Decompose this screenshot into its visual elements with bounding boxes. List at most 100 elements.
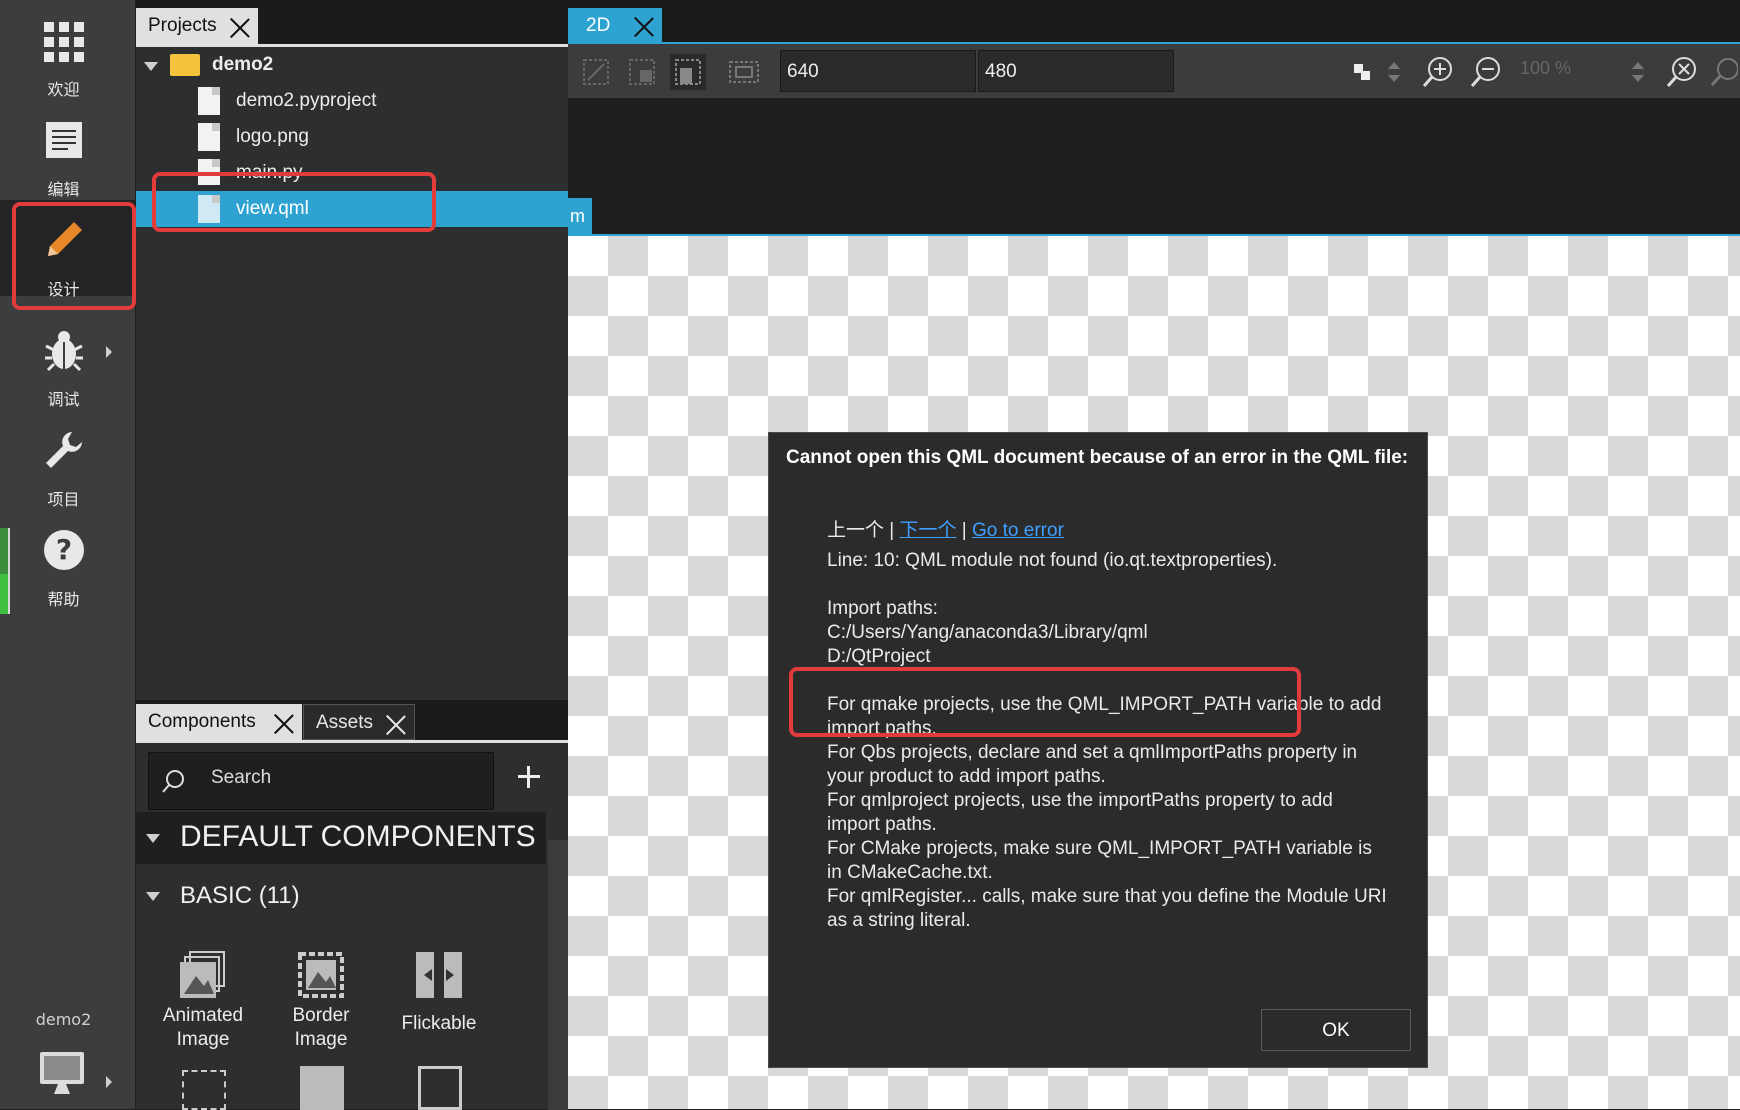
mode-label: 帮助 bbox=[47, 590, 80, 609]
component-label: Border bbox=[292, 1005, 350, 1026]
zoom-out-icon bbox=[1470, 57, 1500, 87]
tab-2d[interactable]: 2D bbox=[568, 8, 662, 44]
kit-selector[interactable] bbox=[38, 1050, 88, 1098]
close-icon[interactable] bbox=[274, 713, 294, 733]
components-tabbar: Components Assets bbox=[136, 700, 568, 740]
tree-item-root[interactable]: demo2 bbox=[136, 47, 568, 83]
mode-help[interactable]: ? 帮助 bbox=[0, 510, 135, 609]
bounding-box-button[interactable] bbox=[726, 54, 762, 90]
root-item-tag[interactable]: m bbox=[568, 198, 592, 234]
tab-projects-label: Projects bbox=[148, 15, 217, 36]
mode-debug[interactable]: 调试 bbox=[0, 310, 135, 409]
component-border-image[interactable]: Border Image bbox=[266, 950, 376, 1052]
state-spinner[interactable] bbox=[1384, 54, 1404, 90]
item-icon[interactable] bbox=[182, 1070, 226, 1110]
folder-icon bbox=[170, 54, 200, 76]
dialog-title: Cannot open this QML document because of… bbox=[786, 447, 1409, 468]
add-module-button[interactable] bbox=[514, 762, 544, 792]
anchor-icon bbox=[629, 59, 655, 85]
monitor-icon bbox=[40, 1052, 84, 1094]
tree-item-label: demo2.pyproject bbox=[236, 90, 377, 111]
file-icon bbox=[198, 87, 220, 115]
hint-register: For qmlRegister... calls, make sure that… bbox=[827, 886, 1387, 931]
close-icon[interactable] bbox=[386, 714, 406, 734]
components-scrollbar[interactable] bbox=[548, 840, 568, 1110]
import-path: C:/Users/Yang/anaconda3/Library/qml bbox=[827, 622, 1148, 643]
mode-edit[interactable]: 编辑 bbox=[0, 100, 135, 199]
zoom-selection-button[interactable] bbox=[1708, 54, 1739, 90]
nav-prev-link[interactable]: 上一个 bbox=[827, 520, 884, 541]
collapse-arrow-icon bbox=[146, 892, 160, 901]
height-field[interactable]: 480 bbox=[978, 50, 1174, 92]
zoom-in-icon bbox=[1422, 57, 1452, 87]
tab-label: Assets bbox=[316, 712, 374, 733]
component-animated-image[interactable]: Animated Image bbox=[148, 950, 258, 1052]
width-field[interactable]: 640 bbox=[780, 50, 976, 92]
mode-label: 编辑 bbox=[47, 180, 80, 199]
updown-icon bbox=[1388, 62, 1400, 82]
search-icon bbox=[162, 770, 184, 793]
tab-projects[interactable]: Projects bbox=[136, 8, 258, 44]
align-icon bbox=[583, 59, 609, 85]
tab-components[interactable]: Components bbox=[136, 704, 302, 740]
submenu-arrow-icon bbox=[106, 346, 112, 358]
highlight-qmake-hint bbox=[789, 667, 1301, 737]
projects-tabbar: Projects bbox=[136, 0, 568, 44]
tree-item-file[interactable]: logo.png bbox=[136, 119, 568, 155]
ok-button[interactable]: OK bbox=[1261, 1009, 1411, 1051]
zoom-fit-button[interactable] bbox=[1664, 54, 1700, 90]
highlight-selected-file bbox=[152, 172, 436, 232]
mode-label: 项目 bbox=[47, 490, 80, 509]
reset-icon bbox=[1354, 64, 1370, 80]
image-icon[interactable] bbox=[300, 1066, 344, 1110]
component-flickable[interactable]: Flickable bbox=[384, 950, 494, 1036]
zoom-fit-icon bbox=[1666, 57, 1696, 87]
snap-anchor-button[interactable] bbox=[624, 54, 660, 90]
border-image-icon bbox=[296, 950, 346, 1000]
reset-view-button[interactable] bbox=[1344, 54, 1380, 90]
editor-tabbar: 2D bbox=[568, 0, 1740, 45]
import-paths-label: Import paths: bbox=[827, 598, 938, 619]
mode-welcome[interactable]: 欢迎 bbox=[0, 0, 135, 99]
highlight-design-mode bbox=[12, 202, 136, 310]
focus-scope-icon[interactable] bbox=[418, 1066, 462, 1110]
close-icon[interactable] bbox=[634, 16, 654, 36]
snap-margin-button[interactable] bbox=[670, 54, 706, 90]
mode-label: 欢迎 bbox=[47, 80, 80, 99]
svg-text:?: ? bbox=[56, 533, 72, 566]
tree-item-file[interactable]: demo2.pyproject bbox=[136, 83, 568, 119]
section-default-components[interactable]: DEFAULT COMPONENTS bbox=[136, 812, 546, 864]
zoom-in-button[interactable] bbox=[1420, 54, 1456, 90]
editor-toolbar: 640 480 100 % bbox=[568, 44, 1740, 98]
component-label: Image bbox=[176, 1029, 230, 1050]
nav-next-link[interactable]: 下一个 bbox=[900, 520, 957, 541]
zoom-level[interactable]: 100 % bbox=[1520, 58, 1571, 79]
mode-label: 调试 bbox=[47, 390, 80, 409]
components-panel: Components Assets Search DEFAULT COMPONE… bbox=[136, 700, 568, 1110]
plus-icon bbox=[518, 766, 540, 788]
tree-item-label: demo2 bbox=[212, 54, 274, 75]
kit-label: demo2 bbox=[35, 1010, 92, 1029]
tab-label: 2D bbox=[586, 15, 611, 36]
document-icon bbox=[46, 122, 82, 158]
flickable-icon bbox=[414, 950, 464, 1000]
section-basic[interactable]: BASIC (11) bbox=[136, 870, 546, 922]
tab-label: Components bbox=[148, 711, 256, 732]
snap-left-button[interactable] bbox=[578, 54, 614, 90]
animated-image-icon bbox=[178, 950, 228, 1000]
import-path: D:/QtProject bbox=[827, 646, 931, 667]
go-to-error-link[interactable]: Go to error bbox=[972, 520, 1064, 541]
hint-qbs: For Qbs projects, declare and set a qmlI… bbox=[827, 742, 1358, 787]
tab-assets[interactable]: Assets bbox=[303, 704, 415, 740]
search-input[interactable]: Search bbox=[148, 752, 494, 810]
zoom-spinner[interactable] bbox=[1628, 54, 1648, 90]
collapse-arrow-icon bbox=[146, 834, 160, 843]
search-placeholder: Search bbox=[211, 767, 272, 788]
component-label: Flickable bbox=[401, 1013, 477, 1034]
build-progress-indicator bbox=[0, 528, 10, 614]
close-icon[interactable] bbox=[230, 17, 250, 37]
expand-arrow-icon[interactable] bbox=[144, 62, 158, 71]
projects-panel: Projects demo2 demo2.pyproject logo.png … bbox=[136, 0, 568, 700]
zoom-out-button[interactable] bbox=[1468, 54, 1504, 90]
mode-projects[interactable]: 项目 bbox=[0, 410, 135, 509]
